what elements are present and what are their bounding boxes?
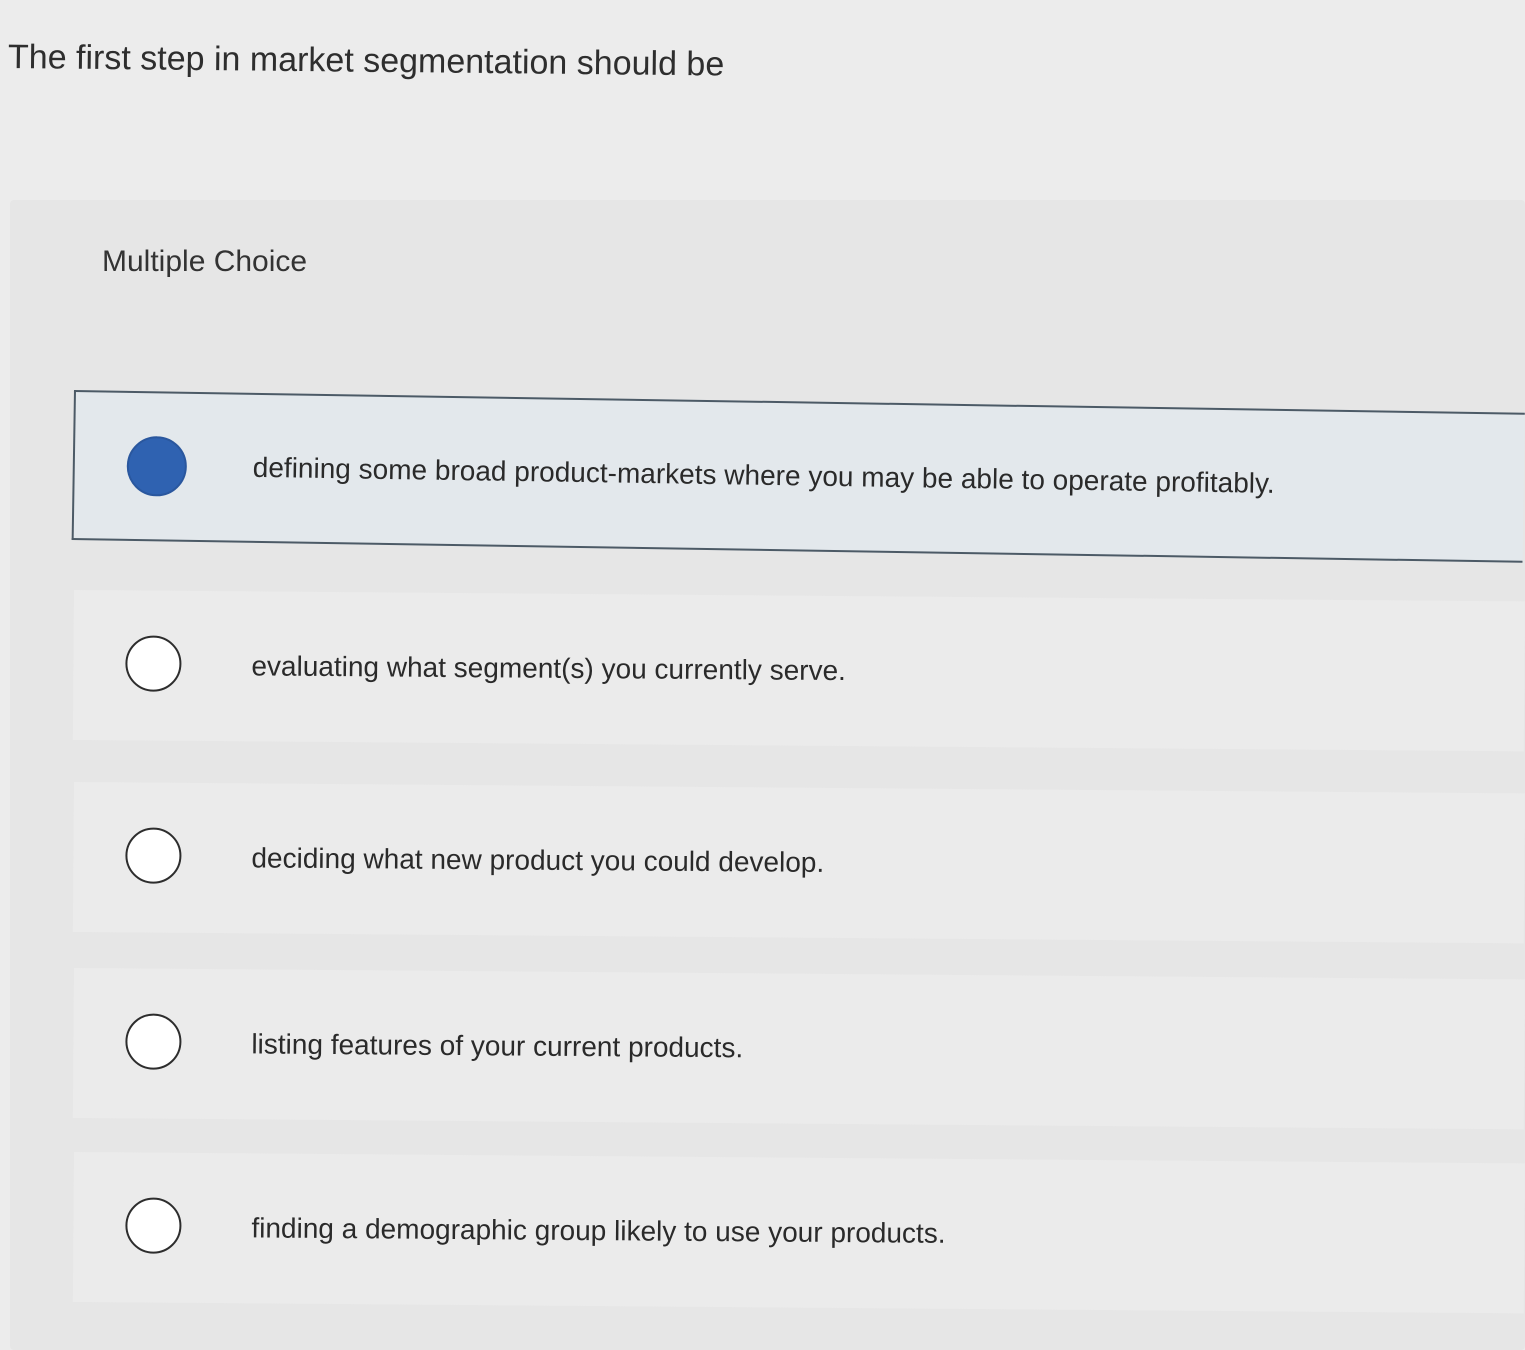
radio-button[interactable] bbox=[125, 635, 182, 692]
radio-button[interactable] bbox=[125, 1013, 182, 1070]
answer-option-e[interactable]: finding a demographic group likely to us… bbox=[72, 1152, 1525, 1314]
radio-button[interactable] bbox=[125, 827, 182, 884]
answer-option-label: defining some broad product-markets wher… bbox=[252, 451, 1275, 499]
answer-options-list: defining some broad product-markets wher… bbox=[0, 0, 1525, 1350]
radio-button-selected[interactable] bbox=[126, 435, 188, 497]
answer-option-b[interactable]: evaluating what segment(s) you currently… bbox=[72, 590, 1525, 752]
radio-button[interactable] bbox=[125, 1197, 182, 1254]
answer-option-d[interactable]: listing features of your current product… bbox=[72, 968, 1525, 1130]
answer-option-c[interactable]: deciding what new product you could deve… bbox=[72, 782, 1525, 944]
answer-option-label: finding a demographic group likely to us… bbox=[251, 1212, 946, 1249]
answer-option-label: deciding what new product you could deve… bbox=[251, 842, 825, 878]
answer-option-label: listing features of your current product… bbox=[251, 1028, 744, 1064]
answer-option-a[interactable]: defining some broad product-markets wher… bbox=[71, 390, 1525, 563]
answer-option-label: evaluating what segment(s) you currently… bbox=[251, 650, 847, 687]
